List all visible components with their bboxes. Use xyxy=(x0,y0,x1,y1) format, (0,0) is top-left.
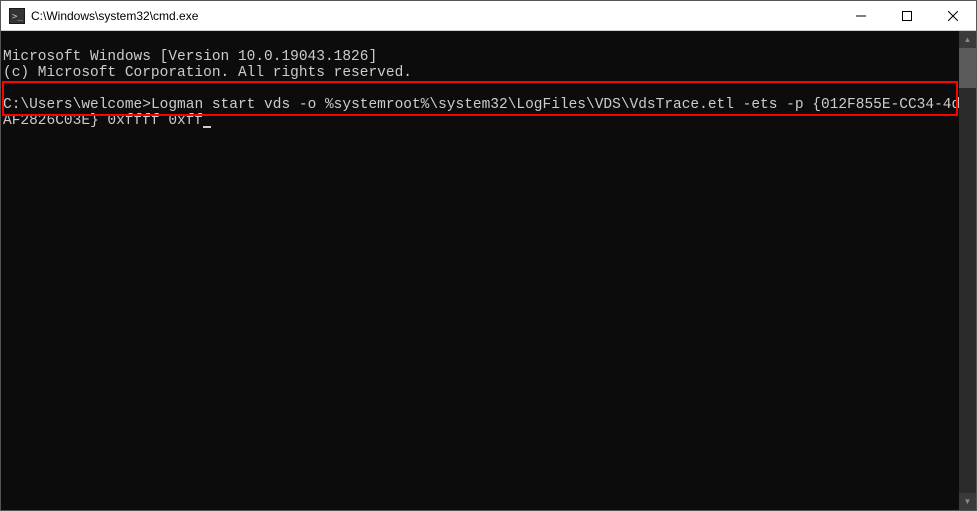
command-text-2: AF2826C03E} 0xffff 0xff xyxy=(3,113,203,129)
command-text-1: Logman start vds -o %systemroot%\system3… xyxy=(151,97,959,113)
vertical-scrollbar[interactable]: ▲ ▼ xyxy=(959,31,976,510)
close-button[interactable] xyxy=(930,1,976,30)
prompt: C:\Users\welcome> xyxy=(3,97,151,113)
minimize-button[interactable] xyxy=(838,1,884,30)
copyright-line: (c) Microsoft Corporation. All rights re… xyxy=(3,65,412,81)
command-line-2: AF2826C03E} 0xffff 0xff xyxy=(3,113,211,129)
titlebar[interactable]: >_ C:\Windows\system32\cmd.exe xyxy=(1,1,976,31)
svg-text:>_: >_ xyxy=(12,12,23,22)
window-controls xyxy=(838,1,976,30)
cmd-icon: >_ xyxy=(9,8,25,24)
scroll-down-arrow[interactable]: ▼ xyxy=(959,493,976,510)
terminal-output[interactable]: Microsoft Windows [Version 10.0.19043.18… xyxy=(1,31,959,510)
terminal-container: Microsoft Windows [Version 10.0.19043.18… xyxy=(1,31,976,510)
scroll-thumb[interactable] xyxy=(959,48,976,88)
scroll-track[interactable] xyxy=(959,48,976,493)
maximize-button[interactable] xyxy=(884,1,930,30)
version-line: Microsoft Windows [Version 10.0.19043.18… xyxy=(3,49,377,65)
window-title: C:\Windows\system32\cmd.exe xyxy=(31,9,838,23)
scroll-up-arrow[interactable]: ▲ xyxy=(959,31,976,48)
cursor xyxy=(203,126,211,128)
command-line-1: C:\Users\welcome>Logman start vds -o %sy… xyxy=(3,97,959,113)
command-prompt-window: >_ C:\Windows\system32\cmd.exe Microsoft… xyxy=(0,0,977,511)
